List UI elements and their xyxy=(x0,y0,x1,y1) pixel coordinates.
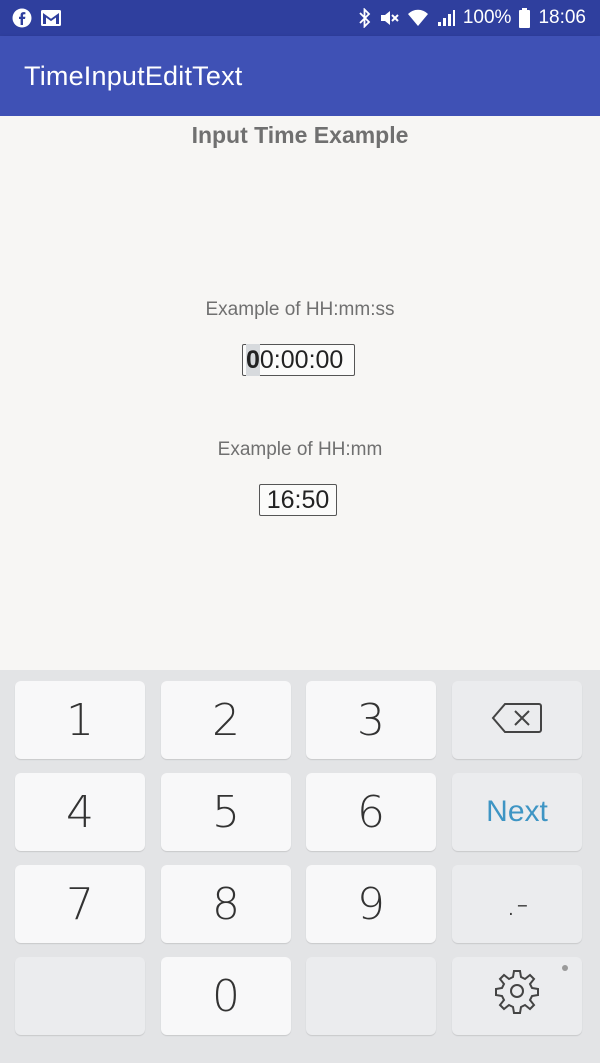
bluetooth-icon xyxy=(359,8,371,28)
next-key[interactable]: Next xyxy=(452,773,582,851)
backspace-icon xyxy=(491,695,543,746)
backspace-key[interactable] xyxy=(452,681,582,759)
numeric-keyboard: 1 2 3 4 5 6 Next 7 8 9 .- 0 xyxy=(0,670,600,1063)
battery-percentage: 100% xyxy=(462,7,512,28)
blank-key-right xyxy=(306,957,436,1035)
main-content: Input Time Example Example of HH:mm:ss 0… xyxy=(0,116,600,670)
facebook-icon xyxy=(12,8,32,28)
settings-gear-icon xyxy=(493,967,541,1026)
mute-icon xyxy=(379,8,399,28)
symbols-key[interactable]: .- xyxy=(452,865,582,943)
example-hhmm-label: Example of HH:mm xyxy=(217,439,383,460)
wifi-icon xyxy=(407,8,429,28)
time-input-hhmmss-value: 0:00:00 xyxy=(259,346,344,374)
key-2[interactable]: 2 xyxy=(161,681,291,759)
time-input-hhmm-value: 16:50 xyxy=(266,486,330,514)
key-7[interactable]: 7 xyxy=(15,865,145,943)
time-input-hhmm[interactable]: 16:50 xyxy=(259,484,337,516)
app-title: TimeInputEditText xyxy=(24,60,243,91)
status-bar: 100% 18:06 xyxy=(0,0,600,36)
key-8[interactable]: 8 xyxy=(161,865,291,943)
system-icons: 100% 18:06 xyxy=(359,7,586,29)
settings-key[interactable] xyxy=(452,957,582,1035)
gmail-icon xyxy=(40,9,62,27)
key-6[interactable]: 6 xyxy=(306,773,436,851)
time-input-hhmmss[interactable]: 0 0:00:00 xyxy=(242,344,355,376)
battery-icon xyxy=(519,8,531,28)
cursor-digit: 0 xyxy=(246,344,260,376)
app-bar: TimeInputEditText xyxy=(0,36,600,116)
key-5[interactable]: 5 xyxy=(161,773,291,851)
status-time: 18:06 xyxy=(538,7,586,28)
key-9[interactable]: 9 xyxy=(306,865,436,943)
key-1[interactable]: 1 xyxy=(15,681,145,759)
key-3[interactable]: 3 xyxy=(306,681,436,759)
key-0[interactable]: 0 xyxy=(161,957,291,1035)
signal-icon xyxy=(437,9,455,27)
page-title: Input Time Example xyxy=(191,122,409,148)
notification-icons xyxy=(12,8,62,28)
blank-key-left xyxy=(15,957,145,1035)
example-hhmmss-label: Example of HH:mm:ss xyxy=(205,299,395,320)
settings-indicator-dot xyxy=(562,965,568,971)
key-4[interactable]: 4 xyxy=(15,773,145,851)
